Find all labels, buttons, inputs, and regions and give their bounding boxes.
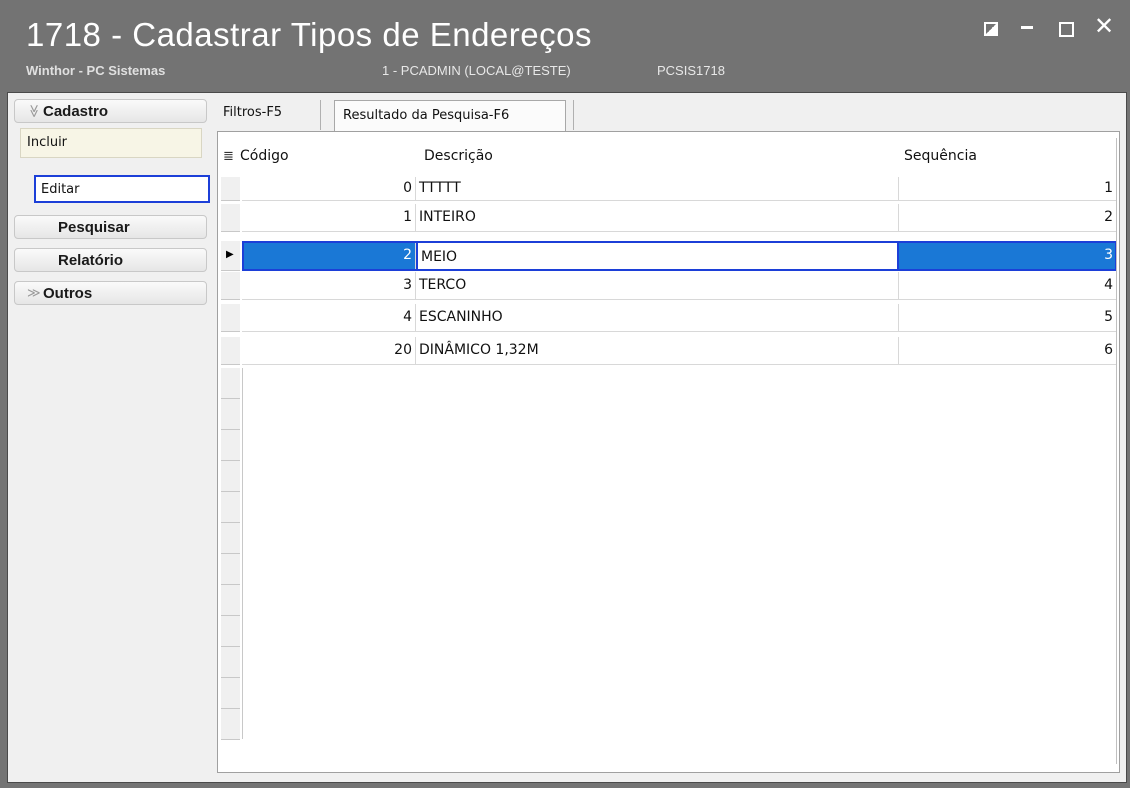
- empty-row-indicator: [221, 585, 240, 616]
- restore-icon[interactable]: [984, 22, 998, 36]
- sidebar-item-label: Incluir: [27, 135, 68, 150]
- cell-sequencia[interactable]: 2: [899, 204, 1117, 232]
- cell-sequencia[interactable]: 4: [899, 272, 1117, 300]
- cell-text: ESCANINHO: [419, 309, 503, 325]
- sidebar-group-label: Outros: [43, 285, 93, 302]
- column-header-descricao[interactable]: Descrição: [424, 148, 493, 164]
- cell-text: 2: [403, 247, 412, 263]
- cell-text: 2: [1104, 209, 1113, 225]
- user-info: 1 - PCADMIN (LOCAL@TESTE): [382, 63, 571, 78]
- column-chooser-icon[interactable]: ≣: [223, 149, 234, 164]
- cell-sequencia[interactable]: 5: [899, 304, 1117, 332]
- cell-descricao[interactable]: ESCANINHO: [416, 304, 899, 332]
- sidebar-item-editar[interactable]: Editar: [34, 175, 210, 203]
- row-indicator[interactable]: [221, 204, 240, 232]
- grid-line: [242, 368, 243, 739]
- empty-row-indicator: [221, 554, 240, 585]
- cell-descricao[interactable]: MEIO: [416, 241, 899, 271]
- cell-text: 3: [403, 277, 412, 293]
- column-header-codigo[interactable]: Código: [240, 148, 289, 164]
- tab-label: Resultado da Pesquisa-F6: [343, 108, 510, 123]
- sidebar-group-relatorio[interactable]: Relatório: [14, 248, 207, 272]
- app-window: 1718 - Cadastrar Tipos de Endereços Wint…: [0, 0, 1130, 788]
- cell-text: 5: [1104, 309, 1113, 325]
- tab-resultado[interactable]: Resultado da Pesquisa-F6: [334, 100, 566, 131]
- grid-right-border: [1116, 138, 1117, 764]
- empty-row-indicator: [221, 647, 240, 678]
- cell-text: 1: [1104, 180, 1113, 196]
- cell-codigo[interactable]: 3: [242, 272, 416, 300]
- tab-filtros[interactable]: Filtros-F5: [223, 105, 282, 120]
- empty-row-indicator: [221, 709, 240, 740]
- cell-text: 1: [403, 209, 412, 225]
- cell-descricao[interactable]: INTEIRO: [416, 204, 899, 232]
- cell-sequencia[interactable]: 3: [899, 241, 1117, 271]
- cell-text: 4: [403, 309, 412, 325]
- chevron-right-icon: ≫: [27, 285, 41, 300]
- empty-row-indicator: [221, 461, 240, 492]
- cell-text: 0: [403, 180, 412, 196]
- window-title: 1718 - Cadastrar Tipos de Endereços: [26, 16, 592, 53]
- sidebar-group-cadastro[interactable]: ≫ Cadastro: [14, 99, 207, 123]
- cell-text: DINÂMICO 1,32M: [419, 342, 539, 358]
- empty-row-indicator: [221, 492, 240, 523]
- cell-text: MEIO: [421, 249, 458, 265]
- cell-descricao[interactable]: TTTTT: [416, 177, 899, 201]
- chevron-up-icon: ≫: [26, 104, 42, 118]
- cell-codigo[interactable]: 4: [242, 304, 416, 332]
- company-name: Winthor - PC Sistemas: [26, 63, 166, 78]
- tab-divider: [573, 100, 574, 130]
- cell-sequencia[interactable]: 1: [899, 177, 1117, 201]
- cell-descricao[interactable]: DINÂMICO 1,32M: [416, 337, 899, 365]
- cell-descricao[interactable]: TERCO: [416, 272, 899, 300]
- sidebar-group-label: Relatório: [58, 252, 124, 269]
- cell-codigo[interactable]: 0: [242, 177, 416, 201]
- current-row-marker-icon: ▶: [226, 249, 234, 260]
- row-indicator[interactable]: [221, 177, 240, 201]
- empty-row-indicator: [221, 523, 240, 554]
- tab-divider: [320, 100, 321, 130]
- empty-row-indicator: [221, 616, 240, 647]
- row-indicator[interactable]: [221, 337, 240, 365]
- sidebar-item-incluir[interactable]: Incluir: [20, 128, 202, 158]
- minimize-icon[interactable]: [1021, 26, 1033, 29]
- sidebar-group-pesquisar[interactable]: Pesquisar: [14, 215, 207, 239]
- cell-sequencia[interactable]: 6: [899, 337, 1117, 365]
- sidebar-group-outros[interactable]: ≫ Outros: [14, 281, 207, 305]
- empty-row-indicator: [221, 399, 240, 430]
- sidebar-group-label: Pesquisar: [58, 219, 130, 236]
- cell-codigo[interactable]: 1: [242, 204, 416, 232]
- cell-text: 3: [1104, 247, 1113, 263]
- cell-text: 6: [1104, 342, 1113, 358]
- cell-text: TTTTT: [419, 180, 461, 196]
- close-icon[interactable]: ✕: [1094, 12, 1114, 40]
- column-header-sequencia[interactable]: Sequência: [904, 148, 977, 164]
- cell-text: 4: [1104, 277, 1113, 293]
- cell-text: 20: [394, 342, 412, 358]
- program-code: PCSIS1718: [657, 63, 725, 78]
- cell-codigo[interactable]: 20: [242, 337, 416, 365]
- cell-codigo[interactable]: 2: [242, 241, 416, 271]
- cell-text: INTEIRO: [419, 209, 476, 225]
- cell-text: TERCO: [419, 277, 467, 293]
- row-indicator[interactable]: [221, 304, 240, 332]
- sidebar-group-label: Cadastro: [43, 103, 109, 120]
- empty-row-indicator: [221, 368, 240, 399]
- row-indicator[interactable]: [221, 272, 240, 300]
- title-bar: 1718 - Cadastrar Tipos de Endereços Wint…: [0, 0, 1130, 92]
- empty-row-indicator: [221, 430, 240, 461]
- maximize-icon[interactable]: [1059, 22, 1074, 37]
- sidebar-item-label: Editar: [41, 182, 80, 197]
- empty-row-indicator: [221, 678, 240, 709]
